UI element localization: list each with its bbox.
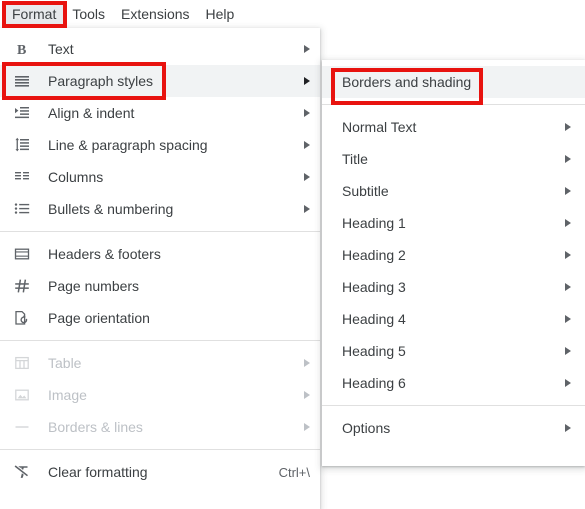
- menu-item-page-numbers[interactable]: Page numbers: [0, 270, 320, 302]
- menu-item-label: Clear formatting: [48, 464, 148, 480]
- submenu-item-label: Heading 5: [342, 343, 406, 359]
- menu-separator: [0, 340, 320, 341]
- menu-item-line-paragraph-spacing[interactable]: Line & paragraph spacing: [0, 129, 320, 161]
- submenu-arrow-icon: [304, 77, 310, 85]
- submenu-item-heading-4[interactable]: Heading 4: [322, 303, 585, 335]
- submenu-arrow-icon: [565, 379, 571, 387]
- menu-item-label: Columns: [48, 169, 104, 185]
- submenu-separator: [322, 405, 585, 406]
- submenu-item-heading-3[interactable]: Heading 3: [322, 271, 585, 303]
- submenu-item-label: Subtitle: [342, 183, 389, 199]
- submenu-item-label: Borders and shading: [342, 74, 472, 90]
- submenu-arrow-icon: [304, 173, 310, 181]
- submenu-arrow-icon: [304, 109, 310, 117]
- menu-item-label: Image: [48, 387, 87, 403]
- menu-item-label: Paragraph styles: [48, 73, 154, 89]
- menu-item-label: Text: [48, 41, 74, 57]
- columns-icon: [14, 167, 36, 187]
- menu-item-label: Borders & lines: [48, 419, 143, 435]
- menu-item-label: Table: [48, 355, 82, 371]
- submenu-item-label: Options: [342, 420, 391, 436]
- submenu-arrow-icon: [565, 187, 571, 195]
- menu-item-bullets-numbering[interactable]: Bullets & numbering: [0, 193, 320, 225]
- submenu-item-label: Title: [342, 151, 368, 167]
- submenu-arrow-icon: [304, 45, 310, 53]
- submenu-arrow-icon: [304, 391, 310, 399]
- menu-item-table: Table: [0, 347, 320, 379]
- line-spacing-icon: [14, 135, 36, 155]
- submenu-arrow-icon: [304, 423, 310, 431]
- submenu-item-title[interactable]: Title: [322, 143, 585, 175]
- headers-footers-icon: [14, 244, 36, 264]
- menu-item-paragraph-styles[interactable]: Paragraph styles: [0, 65, 320, 97]
- paragraph-styles-submenu: Borders and shading Normal Text Title Subti…: [322, 60, 585, 466]
- svg-text:B: B: [17, 43, 26, 57]
- menu-item-headers-footers[interactable]: Headers & footers: [0, 238, 320, 270]
- menu-item-align-indent[interactable]: Align & indent: [0, 97, 320, 129]
- submenu-item-subtitle[interactable]: Subtitle: [322, 175, 585, 207]
- menu-separator: [0, 449, 320, 450]
- menu-item-text[interactable]: B Text: [0, 33, 320, 65]
- image-icon: [14, 385, 36, 405]
- menu-item-label: Page numbers: [48, 278, 140, 294]
- submenu-arrow-icon: [565, 315, 571, 323]
- menu-item-shortcut: Ctrl+\: [278, 464, 310, 480]
- hash-icon: [14, 276, 36, 296]
- bullets-numbering-icon: [14, 199, 36, 219]
- menu-item-label: Align & indent: [48, 105, 135, 121]
- submenu-item-label: Heading 1: [342, 215, 406, 231]
- format-dropdown-menu: B Text Paragraph styles Align & indent Line …: [0, 28, 320, 509]
- submenu-separator: [322, 104, 585, 105]
- menu-item-label: Page orientation: [48, 310, 150, 326]
- menubar-item-extensions[interactable]: Extensions: [113, 1, 197, 27]
- menubar-item-format[interactable]: Format: [4, 1, 65, 27]
- submenu-item-label: Heading 6: [342, 375, 406, 391]
- bold-b-icon: B: [14, 39, 36, 59]
- table-icon: [14, 353, 36, 373]
- submenu-item-heading-2[interactable]: Heading 2: [322, 239, 585, 271]
- submenu-item-label: Heading 3: [342, 279, 406, 295]
- menu-item-page-orientation[interactable]: Page orientation: [0, 302, 320, 334]
- submenu-item-label: Heading 2: [342, 247, 406, 263]
- menubar-item-tools[interactable]: Tools: [64, 1, 113, 27]
- submenu-arrow-icon: [565, 424, 571, 432]
- submenu-item-label: Heading 4: [342, 311, 406, 327]
- submenu-arrow-icon: [565, 251, 571, 259]
- submenu-arrow-icon: [304, 359, 310, 367]
- submenu-arrow-icon: [565, 219, 571, 227]
- menu-item-clear-formatting[interactable]: Clear formatting Ctrl+\: [0, 456, 320, 488]
- submenu-item-heading-5[interactable]: Heading 5: [322, 335, 585, 367]
- submenu-arrow-icon: [565, 347, 571, 355]
- paragraph-lines-icon: [14, 71, 36, 91]
- submenu-item-heading-1[interactable]: Heading 1: [322, 207, 585, 239]
- page-orientation-icon: [14, 308, 36, 328]
- submenu-item-borders-and-shading[interactable]: Borders and shading: [322, 66, 585, 98]
- align-indent-icon: [14, 103, 36, 123]
- menubar-item-help[interactable]: Help: [198, 1, 243, 27]
- menu-bar: Format Tools Extensions Help: [0, 0, 585, 28]
- submenu-item-normal-text[interactable]: Normal Text: [322, 111, 585, 143]
- menu-separator: [0, 231, 320, 232]
- submenu-item-options[interactable]: Options: [322, 412, 585, 444]
- submenu-arrow-icon: [304, 141, 310, 149]
- clear-formatting-icon: [14, 462, 36, 482]
- menu-item-borders-lines: Borders & lines: [0, 411, 320, 443]
- submenu-item-label: Normal Text: [342, 119, 417, 135]
- submenu-arrow-icon: [304, 205, 310, 213]
- submenu-arrow-icon: [565, 123, 571, 131]
- menu-item-label: Bullets & numbering: [48, 201, 174, 217]
- submenu-item-heading-6[interactable]: Heading 6: [322, 367, 585, 399]
- menu-item-label: Headers & footers: [48, 246, 161, 262]
- menu-item-image: Image: [0, 379, 320, 411]
- submenu-arrow-icon: [565, 155, 571, 163]
- submenu-arrow-icon: [565, 283, 571, 291]
- borders-lines-icon: [14, 417, 36, 437]
- menu-item-label: Line & paragraph spacing: [48, 137, 208, 153]
- menu-item-columns[interactable]: Columns: [0, 161, 320, 193]
